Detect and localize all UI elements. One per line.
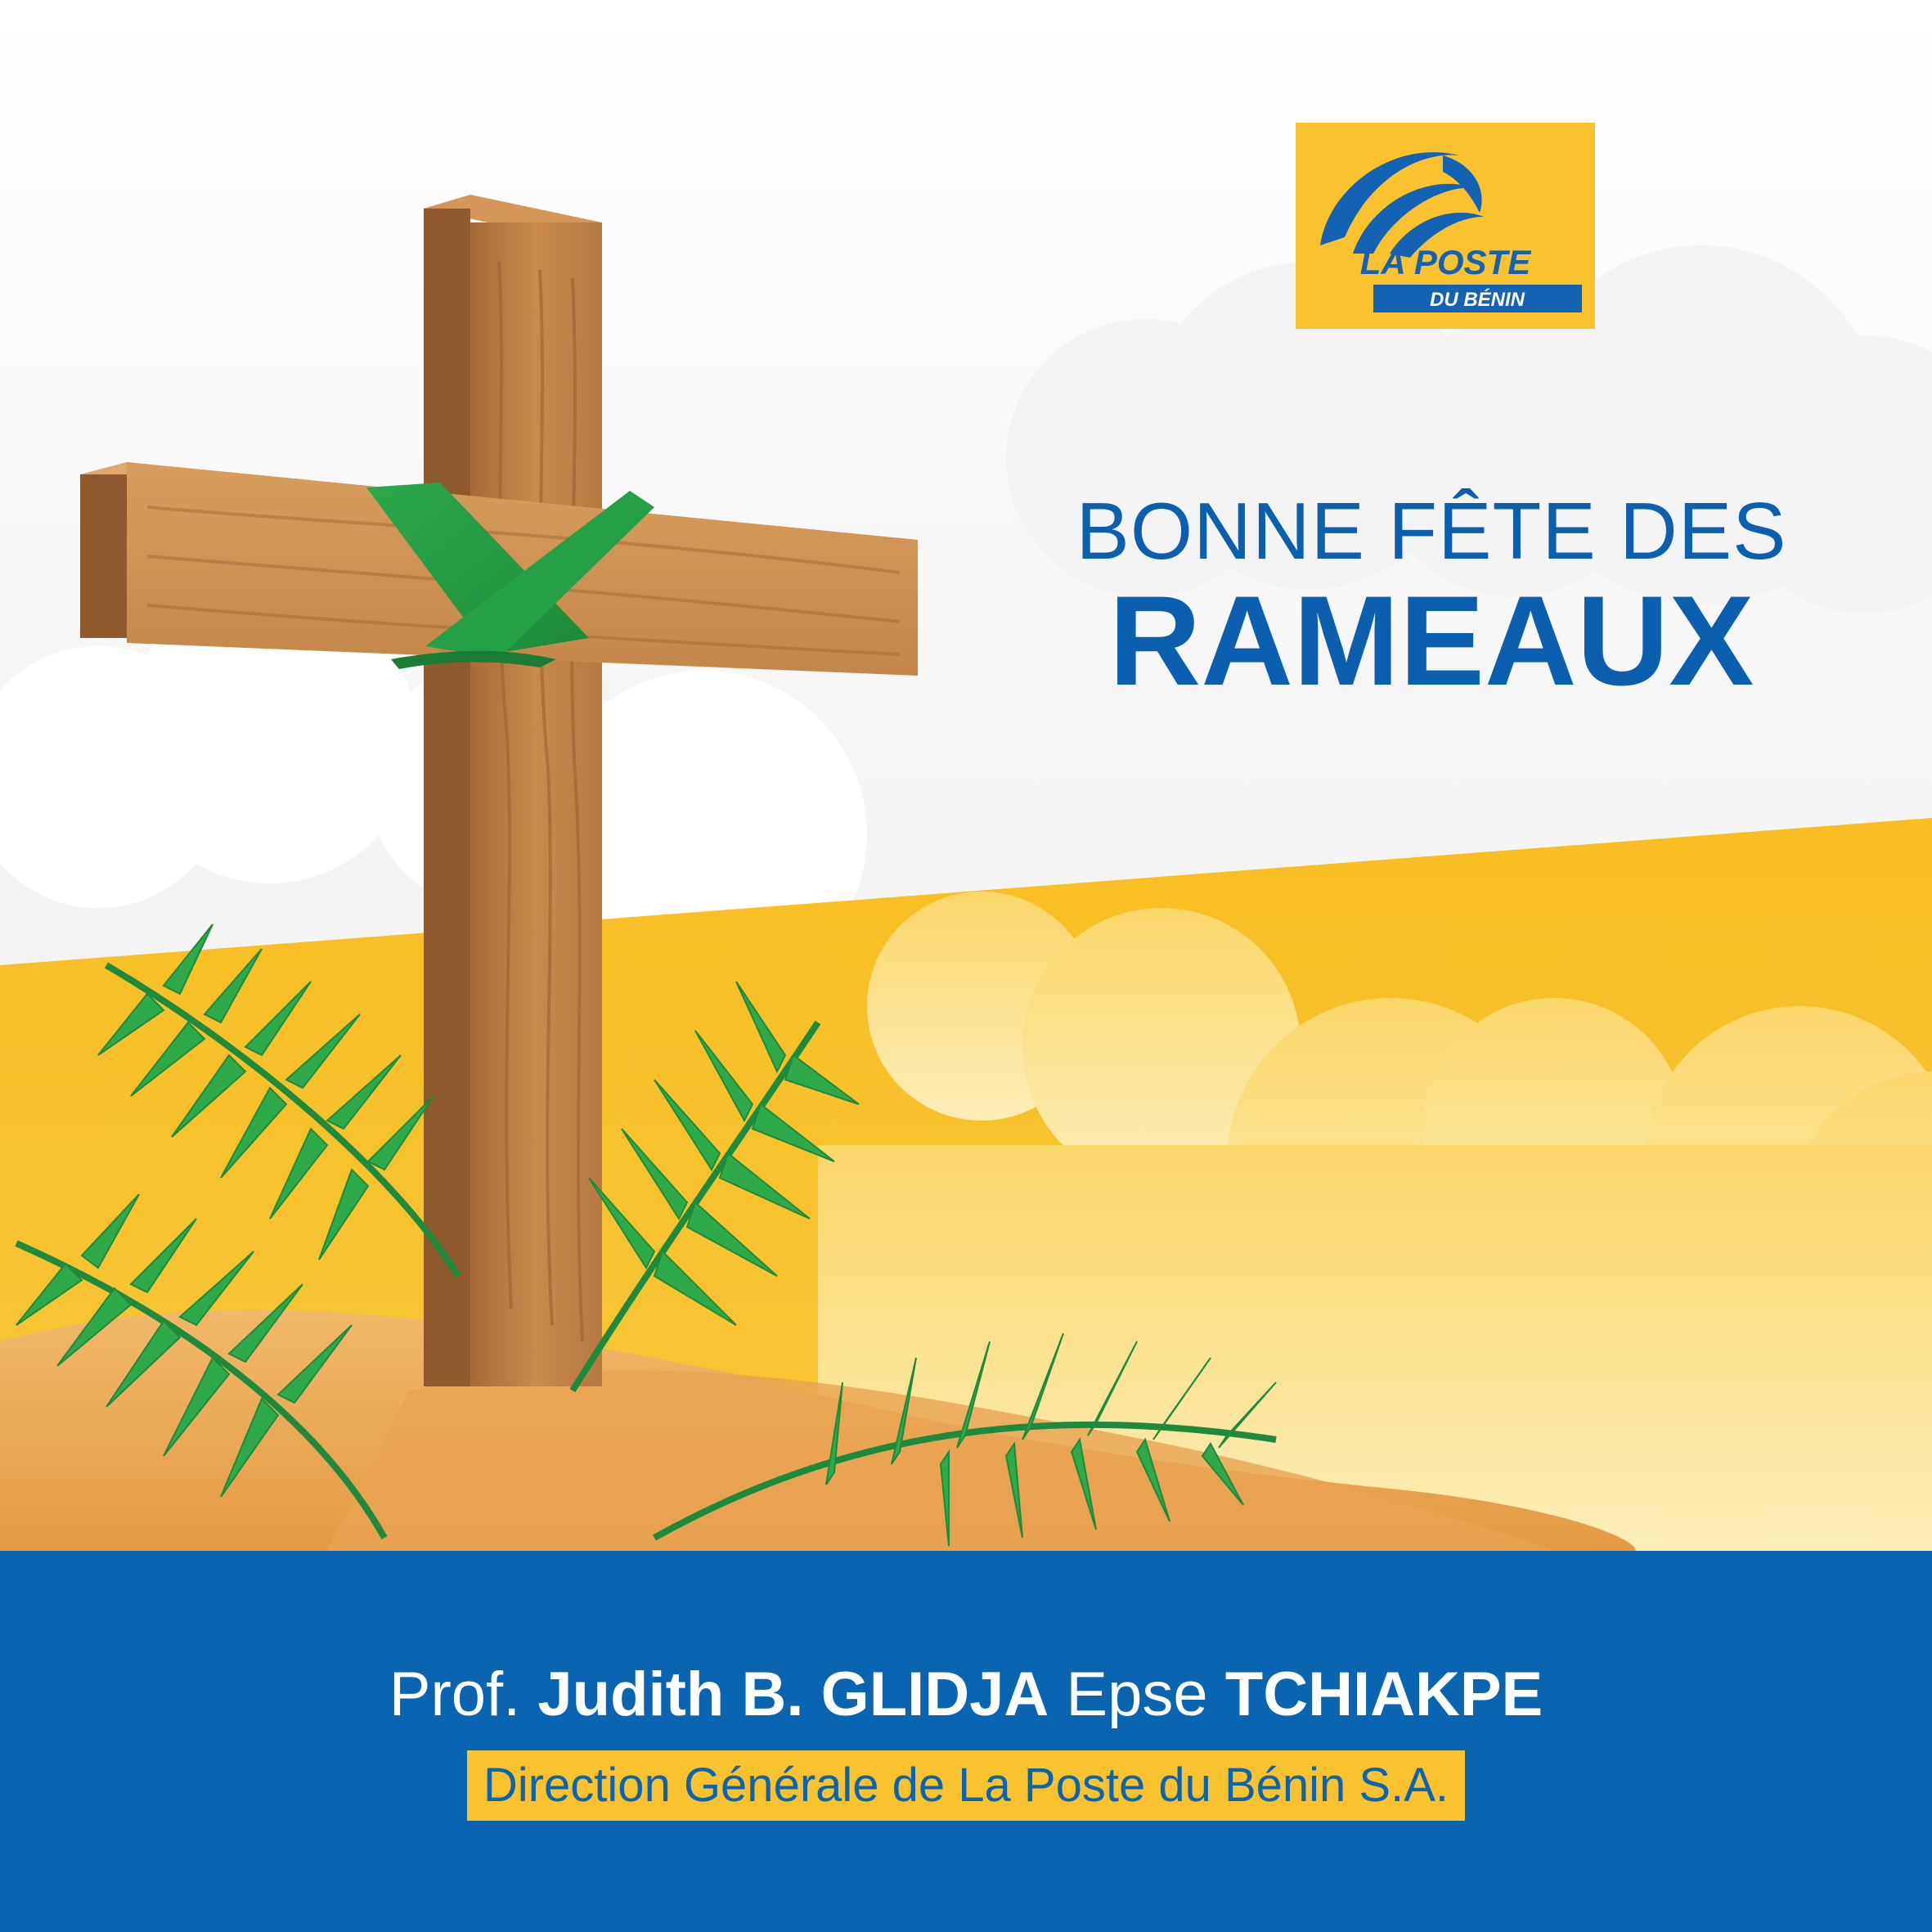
greeting-line-1: BONNE FÊTE DES [1076, 486, 1787, 576]
organization-label: Direction Générale de La Poste du Bénin … [466, 1750, 1466, 1821]
svg-text:LA POSTE: LA POSTE [1360, 243, 1532, 281]
la-poste-logo: LA POSTE DU BÉNIN [1296, 123, 1595, 329]
signer-surname: TCHIAKPE [1224, 1660, 1543, 1729]
organization-wrap: Direction Générale de La Poste du Bénin … [0, 1750, 1932, 1821]
greeting-line-2: RAMEAUX [1108, 570, 1755, 712]
signer-title: Prof. [389, 1660, 521, 1729]
signer-name: Judith B. GLIDJA [537, 1660, 1049, 1729]
greeting-title: BONNE FÊTE DES RAMEAUX [1031, 491, 1832, 705]
footer-band [0, 1551, 1932, 1932]
svg-text:DU BÉNIN: DU BÉNIN [1430, 288, 1525, 311]
signer-line: Prof. Judith B. GLIDJA Epse TCHIAKPE [0, 1659, 1932, 1730]
signer-connector: Epse [1066, 1660, 1208, 1729]
